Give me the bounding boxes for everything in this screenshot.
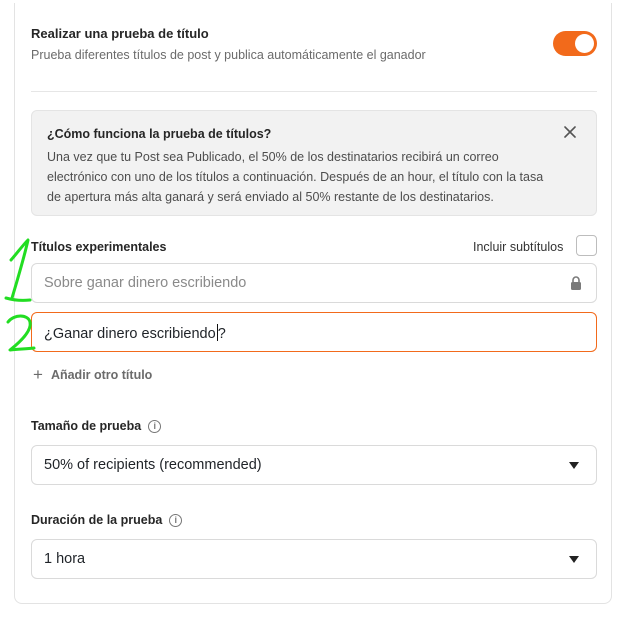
test-duration-label-row: Duración de la prueba i bbox=[31, 513, 183, 527]
add-title-button[interactable]: + Añadir otro título bbox=[33, 365, 153, 384]
add-title-label: Añadir otro título bbox=[50, 368, 153, 382]
title-test-heading: Realizar una prueba de título bbox=[31, 26, 209, 41]
info-icon[interactable]: i bbox=[169, 513, 183, 527]
info-box-title: ¿Cómo funciona la prueba de títulos? bbox=[47, 127, 272, 141]
title-test-description: Prueba diferentes títulos de post y publ… bbox=[31, 48, 426, 62]
text-caret bbox=[216, 324, 218, 341]
test-size-label: Tamaño de prueba bbox=[31, 419, 142, 433]
test-duration-select[interactable]: 1 hora bbox=[31, 539, 597, 579]
experimental-titles-label: Títulos experimentales bbox=[31, 240, 167, 254]
dropdown-arrow-icon bbox=[569, 556, 579, 563]
toggle-knob bbox=[575, 34, 594, 53]
close-icon[interactable] bbox=[562, 124, 578, 140]
title-input-2[interactable]: ¿Ganar dinero escribiendo? bbox=[31, 312, 597, 352]
divider bbox=[31, 91, 597, 92]
lock-icon bbox=[571, 276, 581, 290]
title-input-2-value: ¿Ganar dinero escribiendo? bbox=[44, 324, 226, 342]
test-duration-label: Duración de la prueba bbox=[31, 513, 163, 527]
title-test-card: Realizar una prueba de título Prueba dif… bbox=[14, 3, 612, 604]
info-icon[interactable]: i bbox=[148, 419, 162, 433]
title-input-1-value: Sobre ganar dinero escribiendo bbox=[44, 275, 247, 291]
test-size-label-row: Tamaño de prueba i bbox=[31, 419, 162, 433]
info-box-body: Una vez que tu Post sea Publicado, el 50… bbox=[47, 150, 544, 204]
test-size-select[interactable]: 50% of recipients (recommended) bbox=[31, 445, 597, 485]
title-test-toggle[interactable] bbox=[553, 31, 597, 56]
handwritten-annotations: 1 2 bbox=[0, 230, 36, 352]
annotation-marker-2-text: 2 bbox=[0, 230, 1, 231]
test-size-value: 50% of recipients (recommended) bbox=[44, 457, 262, 473]
include-subtitles-checkbox[interactable] bbox=[576, 235, 597, 256]
test-duration-value: 1 hora bbox=[44, 551, 86, 567]
annotation-marker-1-text: 1 bbox=[0, 230, 1, 231]
info-box: ¿Cómo funciona la prueba de títulos? Una… bbox=[31, 110, 597, 216]
title-input-1[interactable]: Sobre ganar dinero escribiendo bbox=[31, 263, 597, 303]
annotation-marker-2 bbox=[6, 314, 36, 352]
plus-icon: + bbox=[33, 365, 43, 384]
dropdown-arrow-icon bbox=[569, 462, 579, 469]
include-subtitles-label: Incluir subtítulos bbox=[473, 240, 564, 254]
annotation-marker-1 bbox=[4, 238, 32, 302]
